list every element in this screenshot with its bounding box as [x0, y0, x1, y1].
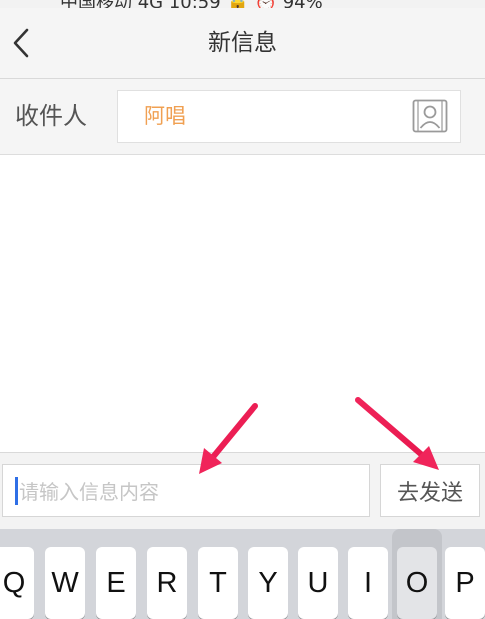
key-y[interactable]: Y	[248, 547, 288, 619]
contact-card-icon[interactable]	[412, 99, 448, 133]
recipient-row: 收件人 阿唱	[0, 79, 485, 155]
message-thread-area	[0, 155, 485, 452]
navigation-bar: 新信息	[0, 8, 485, 79]
message-input[interactable]: 请输入信息内容	[2, 464, 370, 517]
page-title: 新信息	[208, 30, 277, 56]
key-w[interactable]: W	[45, 547, 85, 619]
key-q[interactable]: Q	[0, 547, 34, 619]
keyboard-row-top: Q W E R T Y U I O P	[0, 547, 485, 619]
send-button[interactable]: 去发送	[380, 464, 480, 517]
recipient-name: 阿唱	[144, 104, 186, 128]
text-caret	[15, 476, 18, 505]
key-o[interactable]: O	[397, 547, 437, 619]
key-u[interactable]: U	[298, 547, 338, 619]
status-bar: 中国移动 4G 10:59 🔒 ⏰ 94%	[0, 0, 485, 8]
keyboard: Q W E R T Y U I O P	[0, 529, 485, 619]
status-bar-text: 中国移动 4G 10:59 🔒 ⏰ 94%	[60, 0, 323, 8]
key-e[interactable]: E	[96, 547, 136, 619]
recipient-label: 收件人	[15, 102, 87, 130]
key-i[interactable]: I	[348, 547, 388, 619]
recipient-field[interactable]: 阿唱	[117, 90, 461, 143]
key-t[interactable]: T	[198, 547, 238, 619]
key-r[interactable]: R	[147, 547, 187, 619]
compose-bar: 请输入信息内容 去发送	[0, 452, 485, 529]
key-p[interactable]: P	[445, 547, 485, 619]
message-input-placeholder: 请输入信息内容	[19, 480, 159, 504]
